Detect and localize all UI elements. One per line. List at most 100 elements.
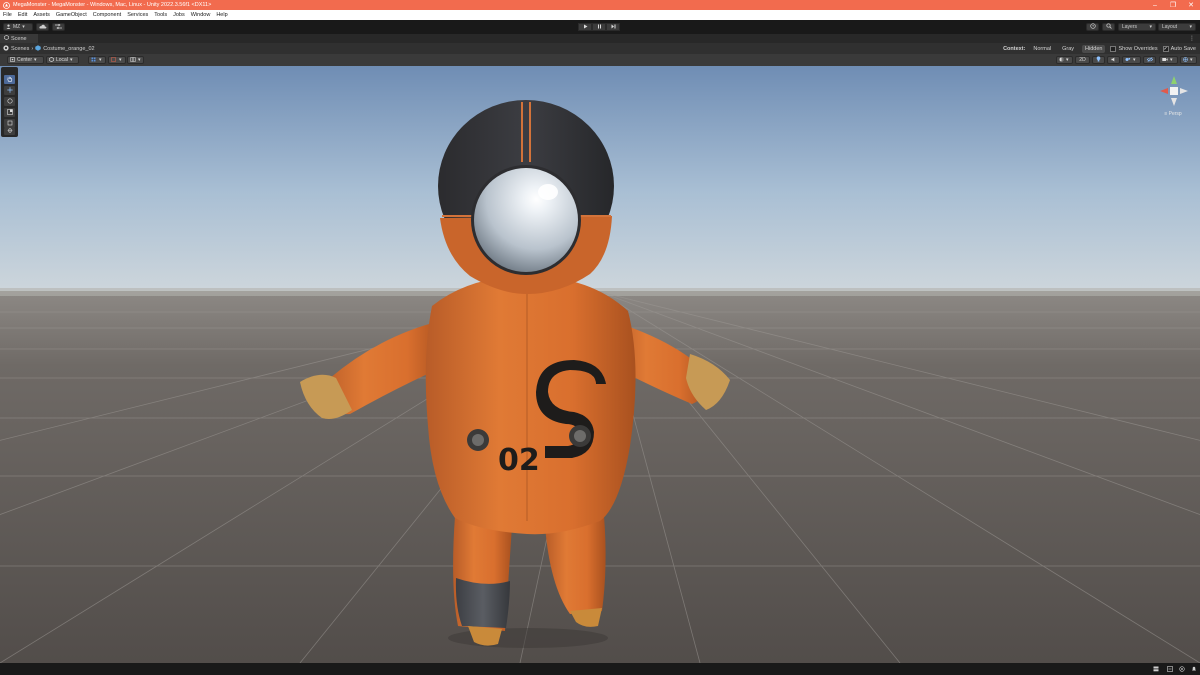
gizmo-neg-y-axis[interactable] [1171, 98, 1177, 106]
auto-save-label: Auto Save [1170, 45, 1196, 52]
lighting-toggle[interactable] [1092, 56, 1105, 64]
menu-component[interactable]: Component [90, 12, 124, 18]
cache-server-icon[interactable] [1152, 665, 1160, 673]
layout-dropdown[interactable]: Layout ▾ [1158, 23, 1196, 31]
maximize-button[interactable]: ❐ [1164, 0, 1182, 10]
transform-tool-button[interactable] [4, 128, 15, 135]
scale-tool-button[interactable] [4, 108, 15, 117]
menu-bar: File Edit Assets GameObject Component Se… [0, 10, 1200, 20]
menu-assets[interactable]: Assets [30, 12, 53, 18]
editor-tab-bar: Scene ⋮ [0, 34, 1200, 43]
main-toolbar: MZ ▾ Layers ▾ Layout ▾ [0, 20, 1200, 34]
chevron-down-icon: ▾ [138, 57, 141, 63]
collab-button[interactable] [52, 23, 65, 31]
close-button[interactable]: ✕ [1182, 0, 1200, 10]
audio-toggle[interactable] [1107, 56, 1120, 64]
toggle-2d-button[interactable]: 2D [1075, 56, 1090, 64]
minimize-button[interactable]: – [1146, 0, 1164, 10]
pivot-mode-dropdown[interactable]: Center ▾ [7, 56, 44, 64]
gizmo-x-axis[interactable] [1160, 88, 1168, 94]
pause-button[interactable] [592, 23, 606, 31]
increment-snap-button[interactable]: ▾ [108, 56, 126, 64]
menu-jobs[interactable]: Jobs [170, 12, 188, 18]
space-mode-label: Local [56, 57, 68, 63]
notifications-icon[interactable] [1190, 665, 1198, 673]
camera-settings-dropdown[interactable]: ▾ [1159, 56, 1178, 64]
chevron-down-icon: ▾ [1189, 24, 1192, 30]
prefab-icon [35, 44, 41, 53]
kebab-menu-icon[interactable]: ⋮ [1189, 35, 1195, 42]
move-tool-button[interactable] [4, 86, 15, 95]
history-icon [1089, 23, 1096, 31]
grid-snapping-button[interactable]: ▾ [88, 56, 106, 64]
grid-snap-icon [91, 57, 97, 64]
chevron-right-icon: › [31, 45, 34, 52]
account-dropdown[interactable]: MZ ▾ [3, 23, 33, 31]
auto-save-checkbox[interactable]: ✓ [1162, 45, 1169, 52]
chevron-down-icon: ▾ [1066, 57, 1069, 63]
layout-label: Layout [1162, 24, 1178, 30]
auto-save-toggle[interactable]: ✓ Auto Save [1162, 45, 1196, 52]
gizmo-center-cube[interactable] [1170, 87, 1178, 95]
rect-transform-icon [7, 120, 13, 128]
draw-mode-dropdown[interactable]: ▾ [1056, 56, 1073, 64]
window-title: MegaMonster - MegaMonster - Windows, Mac… [13, 2, 212, 8]
pivot-icon [10, 56, 15, 64]
scene-orientation-gizmo[interactable] [1158, 74, 1190, 108]
menu-edit[interactable]: Edit [15, 12, 30, 18]
context-label: Context: [1003, 45, 1026, 52]
breadcrumb-scenes[interactable]: Scenes [11, 46, 29, 52]
menu-help[interactable]: Help [213, 12, 230, 18]
menu-tools[interactable]: Tools [151, 12, 170, 18]
tools-grid-icon [130, 56, 136, 64]
scene-viewport[interactable]: 02 [0, 66, 1200, 663]
hidden-objects-toggle[interactable] [1143, 56, 1156, 64]
play-button[interactable] [578, 23, 592, 31]
layers-dropdown[interactable]: Layers ▾ [1118, 23, 1156, 31]
search-button[interactable] [1102, 23, 1115, 31]
camera-icon [1162, 57, 1168, 64]
speaker-icon [1111, 57, 1117, 64]
tab-scene[interactable]: Scene [0, 34, 38, 43]
local-space-icon [49, 56, 54, 64]
menu-window[interactable]: Window [188, 12, 214, 18]
projection-label[interactable]: ≡ Persp [1157, 111, 1189, 117]
unity-app-icon [3, 1, 10, 9]
layers-label: Layers [1122, 24, 1138, 30]
bake-status-icon[interactable] [1166, 665, 1174, 673]
step-button[interactable] [606, 23, 620, 31]
chevron-down-icon: ▾ [1149, 24, 1152, 30]
debug-mode-icon[interactable] [1178, 665, 1186, 673]
chevron-down-icon: ▾ [1133, 57, 1136, 63]
gizmo-neg-x-axis[interactable] [1180, 88, 1188, 94]
undo-history-button[interactable] [1086, 23, 1099, 31]
cloud-button[interactable] [36, 23, 49, 31]
hand-tool-button[interactable] [4, 75, 15, 84]
lightbulb-icon [1096, 56, 1101, 64]
gizmos-dropdown[interactable]: ▾ [1180, 56, 1197, 64]
tab-scene-label: Scene [11, 35, 27, 42]
space-mode-dropdown[interactable]: Local ▾ [46, 56, 79, 64]
search-icon [1105, 23, 1112, 31]
rotate-tool-button[interactable] [4, 97, 15, 106]
shaded-sphere-icon [1059, 57, 1064, 64]
eye-slash-icon [1146, 56, 1153, 64]
prefab-breadcrumb-bar: Scenes › Costume_orange_02 Context: Norm… [0, 43, 1200, 54]
rect-tool-button[interactable] [4, 119, 15, 128]
menu-gameobject[interactable]: GameObject [53, 12, 90, 18]
context-hidden[interactable]: Hidden [1082, 44, 1106, 53]
playmode-controls [578, 23, 620, 31]
show-overrides-checkbox[interactable] [1110, 45, 1117, 52]
gizmo-y-axis[interactable] [1171, 76, 1177, 84]
menu-services[interactable]: Services [124, 12, 151, 18]
account-label: MZ [13, 24, 21, 30]
effects-dropdown[interactable]: ▾ [1122, 56, 1141, 64]
show-overrides-toggle[interactable]: Show Overrides [1110, 45, 1158, 52]
context-normal[interactable]: Normal [1030, 45, 1054, 53]
menu-file[interactable]: File [0, 12, 15, 18]
chevron-down-icon: ▾ [34, 57, 37, 63]
toggle-tools-button[interactable]: ▾ [127, 56, 144, 64]
breadcrumb-prefab[interactable]: Costume_orange_02 [43, 46, 94, 52]
context-gray[interactable]: Gray [1059, 45, 1077, 53]
snap-increment-icon [111, 56, 117, 64]
